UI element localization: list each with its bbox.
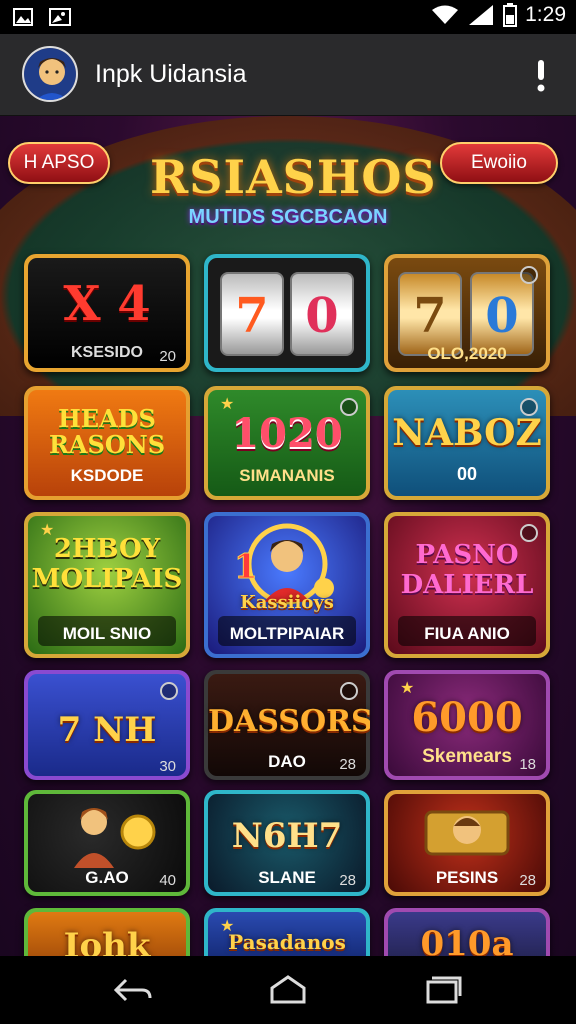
game-tile[interactable]: 7 0 OLO,2020 <box>384 254 550 372</box>
info-icon[interactable] <box>340 398 358 416</box>
tile-count: 28 <box>339 756 356 773</box>
game-tile[interactable]: 010a <box>384 908 550 956</box>
tile-subtitle: OLO,2020 <box>427 344 507 363</box>
tile-title: 2HBOY MOLIPAIS <box>31 534 183 594</box>
game-tile[interactable]: HEADS RASONS KSDODE <box>24 386 190 500</box>
app-title: Inpk Uidansia <box>95 60 247 88</box>
game-tile[interactable]: PESINS 28 <box>384 790 550 896</box>
back-icon[interactable] <box>112 974 152 1006</box>
info-icon[interactable] <box>520 524 538 542</box>
info-icon[interactable] <box>520 266 538 284</box>
tile-title: DASSORS <box>208 704 370 739</box>
tile-title: 010a <box>420 924 514 956</box>
game-tile[interactable]: N6H7 SLANE 28 <box>204 790 370 896</box>
slot-reel: 0 <box>290 272 354 356</box>
tile-title: Kassiioys <box>240 592 334 613</box>
game-tile[interactable]: ★ 2HBOY MOLIPAIS MOIL SNIO <box>24 512 190 658</box>
tile-title: Pasadanos <box>228 930 346 954</box>
home-icon[interactable] <box>268 974 308 1006</box>
tile-title: N6H7 <box>231 816 343 856</box>
tile-title: 1020 <box>231 410 343 457</box>
tile-subtitle: 00 <box>456 464 478 484</box>
tile-count: 18 <box>519 756 536 773</box>
svg-text:1: 1 <box>234 547 258 587</box>
game-tile[interactable]: G.AO 40 <box>24 790 190 896</box>
signal-icon <box>469 5 494 25</box>
tile-title: PASNO DALIERL <box>400 540 534 600</box>
status-bar: 1:29 <box>0 0 576 34</box>
tile-subtitle: KSDODE <box>70 466 144 485</box>
info-icon[interactable] <box>340 682 358 700</box>
status-time: 1:29 <box>525 3 566 26</box>
info-icon[interactable] <box>160 682 178 700</box>
tile-title: 6000 <box>411 694 523 741</box>
more-vert-icon[interactable] <box>534 58 548 94</box>
slot-reel: 7 <box>220 272 284 356</box>
gallery-icon <box>49 8 71 26</box>
tile-count: 30 <box>159 758 176 775</box>
navigation-bar <box>0 956 576 1024</box>
tile-title: HEADS RASONS <box>48 404 166 459</box>
tile-title: 7 NH <box>57 710 157 750</box>
tile-title: X 4 <box>63 276 151 332</box>
tile-subtitle: MOLTPIPAIAR <box>229 624 345 643</box>
tile-subtitle: MOIL SNIO <box>62 624 152 643</box>
game-tile[interactable]: X 4 KSESIDO 20 <box>24 254 190 372</box>
image-icon <box>13 8 33 26</box>
game-tile[interactable]: 7 0 <box>204 254 370 372</box>
game-tile[interactable]: ★ 6000 Skemears 18 <box>384 670 550 780</box>
game-tile[interactable]: 7 NH 30 <box>24 670 190 780</box>
treasure-icon <box>424 810 510 856</box>
tile-count: 20 <box>159 348 176 365</box>
wifi-icon <box>432 5 459 24</box>
game-grid: X 4 KSESIDO 20 7 0 7 0 OLO,2020 HEADS RA… <box>0 116 576 956</box>
app-bar: Inpk Uidansia <box>0 34 576 116</box>
game-lobby: H APSO Ewoiio RSIASHOS MUTIDS SGCBCAON X… <box>0 116 576 956</box>
battery-icon <box>503 3 518 27</box>
tile-count: 28 <box>339 872 356 889</box>
game-tile[interactable]: ★ Pasadanos <box>204 908 370 956</box>
game-tile[interactable]: PASNO DALIERL FIUA ANIO <box>384 512 550 658</box>
tile-title: Iohk <box>63 926 151 956</box>
tile-subtitle: FIUA ANIO <box>424 624 510 643</box>
tile-subtitle: SIMANANIS <box>239 466 335 485</box>
recents-icon[interactable] <box>422 974 462 1006</box>
game-tile[interactable]: NABOZ 00 <box>384 386 550 500</box>
game-tile[interactable]: 1 Kassiioys MOLTPIPAIAR <box>204 512 370 658</box>
avatar-icon[interactable] <box>22 46 78 102</box>
tile-count: 40 <box>159 872 176 889</box>
character-icon <box>74 808 156 868</box>
tile-count: 28 <box>519 872 536 889</box>
game-tile[interactable]: ★ 1020 SIMANANIS <box>204 386 370 500</box>
info-icon[interactable] <box>520 398 538 416</box>
game-tile[interactable]: DASSORS DAO 28 <box>204 670 370 780</box>
tile-title: NABOZ <box>392 412 542 454</box>
game-tile[interactable]: Iohk <box>24 908 190 956</box>
